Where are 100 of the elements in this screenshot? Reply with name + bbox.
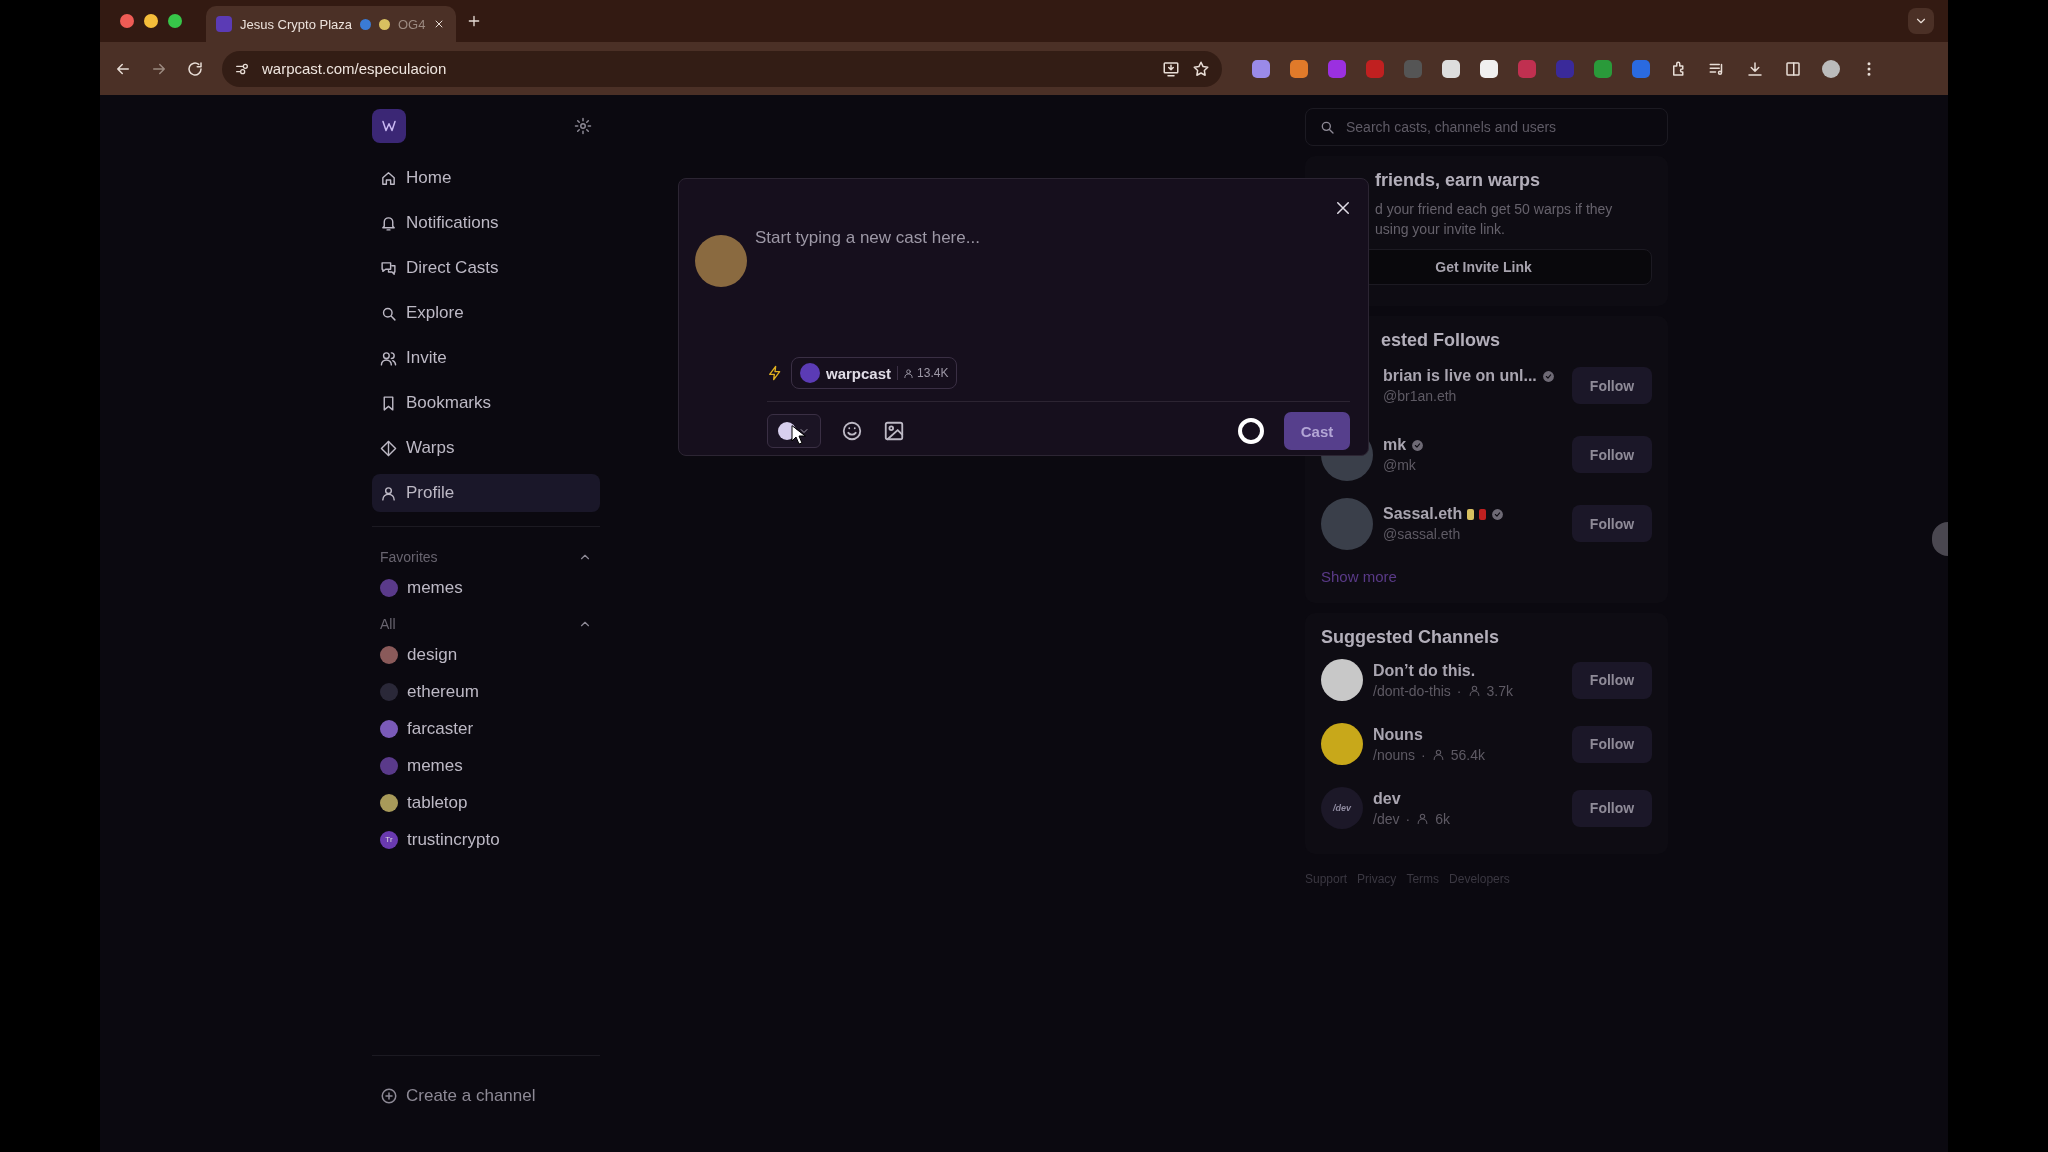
profile-avatar[interactable] xyxy=(1822,59,1840,78)
member-count: 56.4k xyxy=(1450,746,1485,763)
channel-item[interactable]: memes xyxy=(372,569,600,606)
channel-name: warpcast xyxy=(826,364,892,382)
plus-icon[interactable] xyxy=(466,13,482,29)
channel-name: ethereum xyxy=(407,681,479,702)
download-icon[interactable] xyxy=(1746,59,1764,78)
extension-icon[interactable] xyxy=(1480,59,1498,78)
logo-icon[interactable] xyxy=(372,109,406,143)
channel-item[interactable]: memes xyxy=(372,747,600,784)
side-handle[interactable] xyxy=(1932,522,1948,556)
channel-avatar: Tr xyxy=(380,830,398,849)
side-panel-icon[interactable] xyxy=(1784,59,1802,78)
dot-separator: · xyxy=(1405,810,1411,827)
channel-item[interactable]: ethereum xyxy=(372,673,600,710)
channel-path: /dev xyxy=(1373,810,1400,827)
member-count: 3.7k xyxy=(1486,682,1513,699)
nav-item[interactable]: Direct Casts xyxy=(372,249,600,287)
extension-icon[interactable] xyxy=(1442,59,1460,78)
search-icon xyxy=(1319,119,1335,135)
character-count-ring xyxy=(1238,418,1264,444)
follow-button[interactable]: Follow xyxy=(1572,725,1652,763)
minimize-window-button[interactable] xyxy=(144,14,158,28)
channel-item[interactable]: tabletop xyxy=(372,784,600,821)
tab-title-overflow: OG4 xyxy=(398,16,426,32)
user-handle: @mk xyxy=(1383,457,1417,473)
channel-path: /nouns xyxy=(1373,746,1416,763)
follow-button[interactable]: Follow xyxy=(1572,367,1652,404)
channel-logo-icon xyxy=(800,363,820,383)
section-label: All xyxy=(380,616,396,632)
star-icon[interactable] xyxy=(1192,59,1210,78)
plus-circle-icon xyxy=(380,1087,398,1105)
card-title: Suggested Channels xyxy=(1321,627,1501,648)
url-text: warpcast.com/especulacion xyxy=(262,60,447,77)
nav-item[interactable]: Bookmarks xyxy=(372,384,600,422)
section-label: Favorites xyxy=(380,549,438,565)
card-title: ested Follows xyxy=(1380,330,1502,351)
channel-item[interactable]: design xyxy=(372,636,600,673)
nav-item[interactable]: Explore xyxy=(372,294,600,332)
tab-search-button[interactable] xyxy=(1908,8,1934,34)
channel-name: Don’t do this. xyxy=(1373,661,1477,680)
channel-avatar: /dev xyxy=(1321,787,1363,829)
image-icon[interactable] xyxy=(883,420,905,442)
member-count: 13.4K xyxy=(917,366,949,380)
cast-text-field[interactable]: Start typing a new cast here... xyxy=(755,223,1315,253)
reload-icon[interactable] xyxy=(186,59,204,78)
invite-text: using your invite link. xyxy=(1375,220,1506,239)
follow-button[interactable]: Follow xyxy=(1572,505,1652,542)
user-avatar xyxy=(695,235,747,287)
maximize-window-button[interactable] xyxy=(168,14,182,28)
dot-separator: · xyxy=(1456,682,1462,699)
favicon-icon xyxy=(216,16,232,32)
install-app-icon[interactable] xyxy=(1162,59,1180,78)
cast-button[interactable]: Cast xyxy=(1284,412,1350,450)
person-icon xyxy=(1467,684,1481,697)
channel-item[interactable]: Tr trustincrypto xyxy=(372,821,600,858)
people-icon xyxy=(380,349,397,367)
channel-selector[interactable]: warpcast 13.4K xyxy=(791,357,958,389)
tab-title: Jesus Crypto Plaza xyxy=(240,16,352,32)
lightning-bolt-icon[interactable] xyxy=(767,363,783,383)
create-channel-link[interactable]: Create a channel xyxy=(372,1055,600,1106)
nav-item[interactable]: Warps xyxy=(372,429,600,467)
user-handle: @br1an.eth xyxy=(1383,388,1458,404)
user-name: mk xyxy=(1383,436,1407,454)
invite-text: d your friend each get 50 warps if they xyxy=(1375,200,1614,219)
person-icon xyxy=(1431,748,1445,761)
person-icon xyxy=(903,367,915,379)
bell-icon xyxy=(380,214,397,232)
chat-bubbles-icon xyxy=(380,259,397,277)
nav-item[interactable]: Home xyxy=(372,159,600,197)
person-icon xyxy=(1416,812,1430,825)
user-name: Sassal.eth xyxy=(1383,505,1463,523)
channel-name: dev xyxy=(1373,789,1402,808)
audience-selector[interactable] xyxy=(767,414,821,448)
channel-name: tabletop xyxy=(407,792,468,813)
channel-name: memes xyxy=(407,577,463,598)
settings-icon[interactable] xyxy=(574,117,592,135)
channel-item[interactable]: farcaster xyxy=(372,710,600,747)
close-window-button[interactable] xyxy=(120,14,134,28)
close-icon[interactable] xyxy=(1334,199,1352,217)
dot-separator: · xyxy=(1421,746,1426,763)
channel-name: design xyxy=(407,644,458,665)
channel-name: farcaster xyxy=(407,718,474,739)
member-count: 6k xyxy=(1435,810,1450,827)
circle-icon xyxy=(360,18,371,30)
follow-button[interactable]: Follow xyxy=(1572,789,1652,827)
nav-item[interactable]: Notifications xyxy=(372,204,600,242)
user-handle: @sassal.eth xyxy=(1383,526,1462,542)
address-bar[interactable]: warpcast.com/especulacion xyxy=(222,50,1222,87)
follow-button[interactable]: Follow xyxy=(1572,661,1652,699)
follow-button[interactable]: Follow xyxy=(1572,436,1652,473)
pointer-cursor-icon xyxy=(790,425,806,445)
browser-tab[interactable]: Jesus Crypto Plaza OG4 xyxy=(206,6,456,42)
card-title: friends, earn warps xyxy=(1375,170,1542,191)
user-name: brian is live on unl... xyxy=(1383,367,1537,385)
channel-name: Nouns xyxy=(1373,725,1424,744)
person-icon xyxy=(380,484,397,502)
search-field[interactable]: Search casts, channels and users xyxy=(1305,108,1668,146)
nav-item[interactable]: Profile xyxy=(372,474,600,512)
nav-item[interactable]: Invite xyxy=(372,339,600,377)
